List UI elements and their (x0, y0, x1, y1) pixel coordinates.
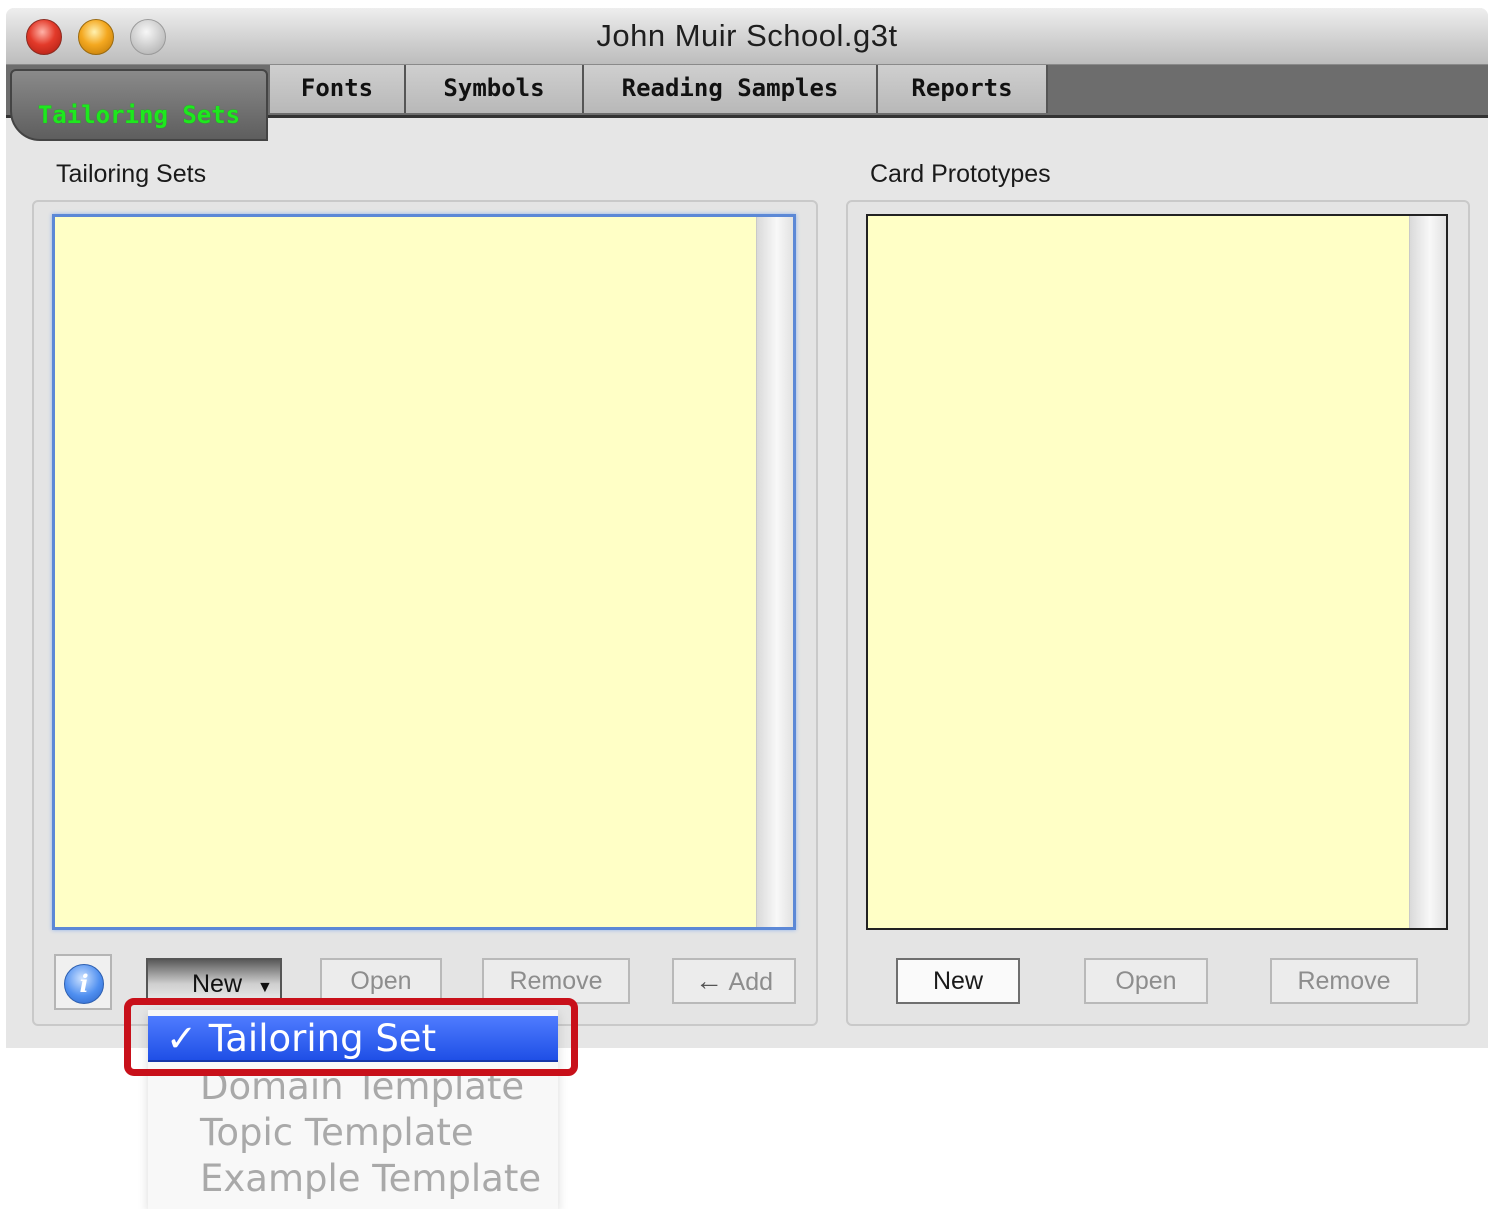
menu-item-example-template[interactable]: Example Template (148, 1156, 558, 1202)
title-bar: John Muir School.g3t (6, 8, 1488, 65)
menu-item-domain-template[interactable]: Domain Template (148, 1064, 558, 1110)
tailoring-sets-scrollbar[interactable] (756, 217, 793, 927)
tab-tailoring-sets[interactable]: Tailoring Sets (10, 69, 268, 141)
menu-item-topic-template[interactable]: Topic Template (148, 1110, 558, 1156)
tab-bar: Tailoring Sets Fonts Symbols Reading Sam… (6, 65, 1488, 141)
new-tailoring-popup-button[interactable]: New ▼ (146, 958, 282, 1002)
new-type-menu: ✓ Tailoring Set Domain Template Topic Te… (148, 1010, 558, 1209)
info-button[interactable]: i (54, 954, 112, 1010)
add-button[interactable]: ← Add (672, 958, 796, 1004)
open-card-prototype-button[interactable]: Open (1084, 958, 1208, 1004)
tab-reports[interactable]: Reports (878, 65, 1048, 113)
new-popup-label: New (192, 970, 243, 998)
tab-reading-samples[interactable]: Reading Samples (584, 65, 878, 113)
tailoring-sets-label: Tailoring Sets (56, 160, 207, 188)
info-icon: i (64, 964, 104, 1004)
card-prototypes-label: Card Prototypes (870, 160, 1051, 188)
tailoring-sets-list[interactable] (52, 214, 796, 930)
new-card-prototype-button[interactable]: New (896, 958, 1020, 1004)
open-tailoring-set-button[interactable]: Open (320, 958, 442, 1004)
tab-fonts[interactable]: Fonts (270, 65, 406, 113)
window-title: John Muir School.g3t (596, 18, 898, 53)
card-prototypes-scrollbar[interactable] (1409, 216, 1446, 928)
tab-symbols[interactable]: Symbols (406, 65, 584, 113)
card-prototypes-list[interactable] (866, 214, 1448, 930)
chevron-down-icon: ▼ (256, 979, 273, 996)
add-button-label: Add (728, 968, 774, 996)
menu-item-tailoring-set[interactable]: ✓ Tailoring Set (148, 1016, 558, 1062)
menu-item-label: Tailoring Set (208, 1017, 437, 1060)
remove-card-prototype-button[interactable]: Remove (1270, 958, 1418, 1004)
arrow-left-icon: ← (694, 965, 723, 996)
checkmark-icon: ✓ (166, 1017, 198, 1060)
remove-tailoring-set-button[interactable]: Remove (482, 958, 630, 1004)
